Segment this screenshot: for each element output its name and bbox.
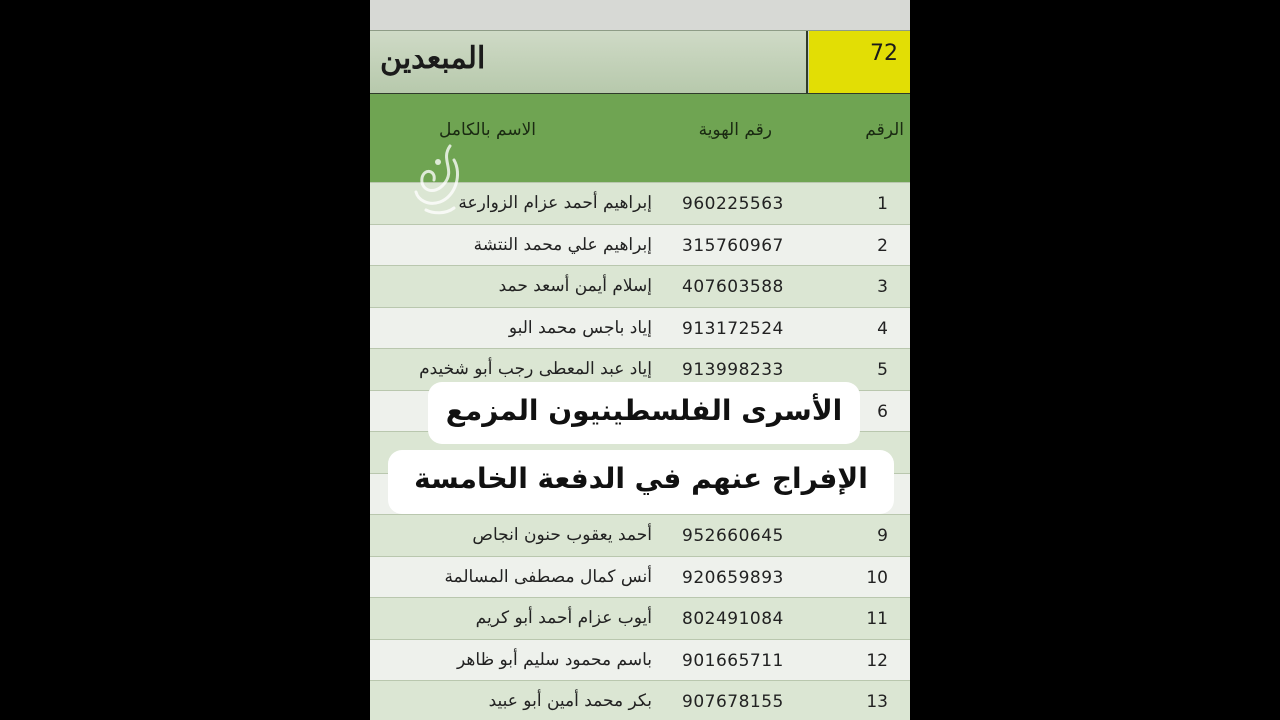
header-divider bbox=[806, 31, 808, 93]
table-row: 13 907678155 بكر محمد أمين أبو عبيد bbox=[370, 680, 910, 720]
row-full-name: إسلام أيمن أسعد حمد bbox=[498, 276, 652, 296]
row-full-name: أنس كمال مصطفى المسالمة bbox=[444, 566, 652, 587]
table-row: 11 802491084 أيوب عزام أحمد أبو كريم bbox=[370, 597, 910, 640]
row-full-name: باسم محمود سليم أبو ظاهر bbox=[457, 649, 652, 670]
row-full-name: إياد باجس محمد البو bbox=[508, 317, 652, 338]
row-id-number: 960225563 bbox=[682, 194, 784, 214]
row-full-name: أحمد يعقوب حنون انجاص bbox=[472, 525, 652, 545]
row-id-number: 802491084 bbox=[682, 609, 784, 629]
row-id-number: 913172524 bbox=[682, 318, 784, 339]
top-strip bbox=[370, 0, 910, 30]
row-number: 3 bbox=[877, 277, 888, 297]
prisoner-list-sheet: المبعدين 72 الرقم رقم الهوية الاسم بالكا… bbox=[370, 0, 910, 720]
column-header-name: الاسم بالكامل bbox=[438, 120, 536, 140]
row-number: 11 bbox=[866, 609, 888, 629]
row-full-name: إياد عبد المعطى رجب أبو شخيدم bbox=[419, 359, 652, 379]
row-full-name: بكر محمد أمين أبو عبيد bbox=[488, 691, 652, 711]
column-header-id: رقم الهوية bbox=[698, 120, 772, 140]
row-number: 4 bbox=[877, 318, 888, 339]
table-row: 10 920659893 أنس كمال مصطفى المسالمة bbox=[370, 555, 910, 598]
video-frame: المبعدين 72 الرقم رقم الهوية الاسم بالكا… bbox=[0, 0, 1280, 720]
row-number: 13 bbox=[866, 692, 888, 712]
table-row: 3 407603588 إسلام أيمن أسعد حمد bbox=[370, 265, 910, 308]
list-title: المبعدين bbox=[380, 41, 486, 76]
table-row: 2 315760967 إبراهيم علي محمد النتشة bbox=[370, 223, 910, 266]
list-header: المبعدين 72 bbox=[370, 30, 910, 95]
row-id-number: 901665711 bbox=[682, 650, 784, 671]
row-full-name: إبراهيم علي محمد النتشة bbox=[473, 234, 652, 255]
row-number: 12 bbox=[866, 650, 888, 671]
row-number: 2 bbox=[877, 235, 888, 256]
row-number: 5 bbox=[877, 360, 888, 380]
table-row: 9 952660645 أحمد يعقوب حنون انجاص bbox=[370, 514, 910, 557]
row-number: 10 bbox=[866, 567, 888, 588]
al-jazeera-logo-icon bbox=[414, 144, 459, 215]
row-id-number: 952660645 bbox=[682, 526, 784, 546]
row-id-number: 920659893 bbox=[682, 567, 784, 588]
row-id-number: 315760967 bbox=[682, 235, 784, 256]
caption-line-2: الإفراج عنهم في الدفعة الخامسة bbox=[388, 450, 894, 514]
row-full-name: إبراهيم أحمد عزام الزوارعة bbox=[458, 193, 652, 213]
column-header-number: الرقم bbox=[865, 120, 904, 140]
row-number: 6 bbox=[877, 401, 888, 422]
row-number: 1 bbox=[877, 194, 888, 214]
list-count-badge: 72 bbox=[809, 31, 910, 93]
row-id-number: 407603588 bbox=[682, 277, 784, 297]
table-row: 4 913172524 إياد باجس محمد البو bbox=[370, 306, 910, 349]
row-id-number: 907678155 bbox=[682, 692, 784, 712]
row-id-number: 913998233 bbox=[682, 360, 784, 380]
table-row: 12 901665711 باسم محمود سليم أبو ظاهر bbox=[370, 638, 910, 681]
row-number: 9 bbox=[877, 526, 888, 546]
caption-line-1: الأسرى الفلسطينيون المزمع bbox=[428, 382, 860, 444]
row-full-name: أيوب عزام أحمد أبو كريم bbox=[475, 608, 652, 628]
